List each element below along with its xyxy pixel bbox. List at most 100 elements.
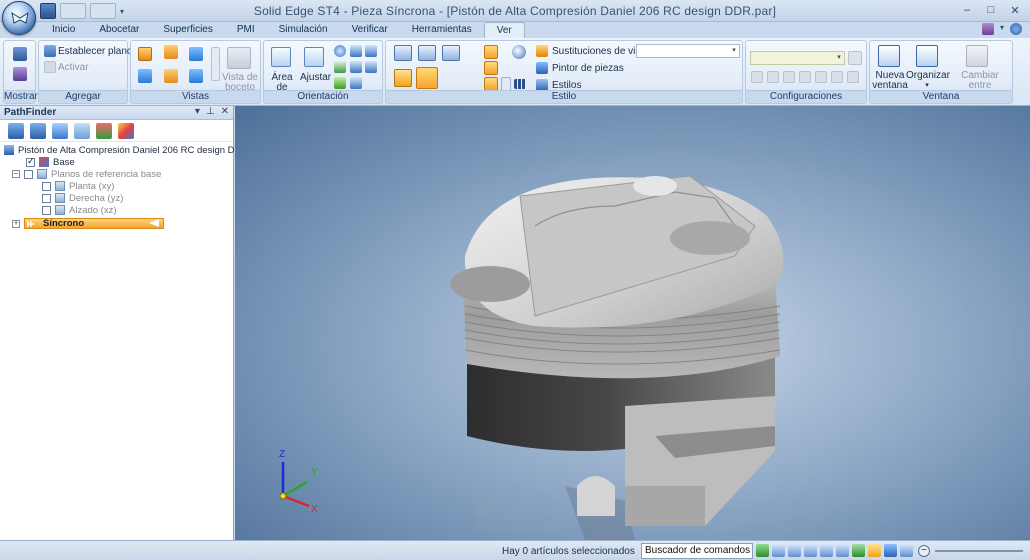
tree-item-derecha[interactable]: Derecha (yz): [42, 192, 123, 204]
undo-icon[interactable]: [60, 3, 86, 19]
base-checkbox[interactable]: [26, 156, 35, 167]
shaded-cube-icon[interactable]: [394, 45, 412, 61]
layers-icon[interactable]: [30, 122, 46, 139]
view-orient-icon[interactable]: [334, 61, 346, 73]
zoom-out-button[interactable]: −: [918, 545, 930, 557]
tab-herramientas[interactable]: Herramientas: [400, 22, 484, 38]
grid-icon[interactable]: [514, 79, 526, 89]
tree-view-icon[interactable]: [8, 122, 24, 139]
graphics-viewport[interactable]: Z Y X: [235, 106, 1030, 540]
activar-button[interactable]: Activar: [58, 62, 89, 73]
application-button[interactable]: [2, 1, 36, 35]
pathfinder-menu-icon[interactable]: ▾: [195, 106, 200, 117]
fit-view-icon[interactable]: [804, 544, 817, 557]
silhouette-icon[interactable]: [484, 77, 498, 91]
config-tool-1-icon[interactable]: [751, 71, 763, 83]
zoom-icon[interactable]: [788, 544, 801, 557]
sketch-view-icon[interactable]: [868, 544, 881, 557]
config-tool-7-icon[interactable]: [847, 71, 859, 83]
establecer-planos-button[interactable]: Establecer planos: [58, 46, 138, 57]
close-button[interactable]: ✕: [1004, 2, 1026, 18]
right-view-icon[interactable]: [138, 69, 152, 83]
tree-item-reference-planes[interactable]: – Planos de referencia base: [12, 168, 161, 180]
zoom-area-icon[interactable]: [772, 544, 785, 557]
planta-checkbox[interactable]: [42, 181, 51, 191]
spin-about-icon[interactable]: [852, 544, 865, 557]
nueva-ventana-button[interactable]: Nueva ventana: [872, 71, 908, 91]
maximize-button[interactable]: □: [980, 2, 1002, 18]
view-override-select[interactable]: ▾: [636, 44, 740, 58]
config-tool-2-icon[interactable]: [767, 71, 779, 83]
tree-item-root[interactable]: Pistón de Alta Compresión Daniel 206 RC …: [4, 144, 265, 156]
spin-icon[interactable]: [350, 61, 362, 73]
tab-inicio[interactable]: Inicio: [40, 22, 87, 38]
display-icon[interactable]: [13, 67, 27, 81]
iso-view-icon[interactable]: [164, 45, 178, 59]
pathfinder-close-icon[interactable]: ✕: [221, 106, 229, 117]
save-configuration-icon[interactable]: [848, 51, 862, 65]
tab-verificar[interactable]: Verificar: [340, 22, 400, 38]
shaded-edges-cube-icon[interactable]: [416, 67, 438, 89]
shadow-icon[interactable]: [484, 61, 498, 75]
shaded-view-icon[interactable]: [884, 544, 897, 557]
tree-item-planta[interactable]: Planta (xy): [42, 180, 114, 192]
relationships-icon[interactable]: [52, 122, 68, 139]
derecha-checkbox[interactable]: [42, 193, 51, 203]
left-view-icon[interactable]: [189, 69, 203, 83]
tree-item-sincrono-expander[interactable]: +: [12, 218, 24, 230]
tab-ver[interactable]: Ver: [483, 22, 525, 38]
reference-planes-checkbox[interactable]: [24, 169, 33, 179]
alzado-checkbox[interactable]: [42, 205, 51, 215]
show-icon[interactable]: [13, 47, 27, 61]
sensors-icon[interactable]: [74, 122, 90, 139]
pan-icon[interactable]: [820, 544, 833, 557]
visible-edges-cube-icon[interactable]: [418, 45, 436, 61]
floor-reflection-icon[interactable]: [484, 45, 498, 59]
style-dropdown-icon[interactable]: [501, 77, 511, 91]
wireframe-view-icon[interactable]: [900, 544, 913, 557]
top-view-icon[interactable]: [138, 47, 152, 61]
help-icon[interactable]: [1010, 23, 1022, 35]
configuration-select[interactable]: ▾: [750, 51, 845, 65]
config-tool-4-icon[interactable]: [799, 71, 811, 83]
save-icon[interactable]: [40, 3, 56, 19]
tree-item-alzado[interactable]: Alzado (xz): [42, 204, 117, 216]
bottom-view-icon[interactable]: [164, 69, 178, 83]
views-scroll-icon[interactable]: [211, 47, 220, 81]
collapse-icon[interactable]: –: [12, 170, 20, 178]
redo-icon[interactable]: [90, 3, 116, 19]
saved-view-icon[interactable]: [350, 77, 362, 89]
shaded-yellow-cube-icon[interactable]: [394, 69, 412, 87]
front-view-icon[interactable]: [189, 47, 203, 61]
help-dropdown-icon[interactable]: ▾: [1000, 23, 1004, 35]
ajustar-button[interactable]: Ajustar: [300, 73, 331, 83]
expand-icon[interactable]: +: [12, 220, 20, 228]
libraries-icon[interactable]: [96, 122, 112, 139]
config-tool-3-icon[interactable]: [783, 71, 795, 83]
zoom-slider[interactable]: [935, 550, 1023, 552]
pan-icon[interactable]: [350, 45, 362, 57]
rotate-icon[interactable]: [365, 45, 377, 57]
config-tool-5-icon[interactable]: [815, 71, 827, 83]
named-views-icon[interactable]: [365, 61, 377, 73]
sustituciones-de-vista-button[interactable]: Sustituciones de vista: [552, 46, 649, 57]
globe-icon[interactable]: [512, 45, 526, 59]
rotate-icon[interactable]: [836, 544, 849, 557]
tree-item-sincrono[interactable]: Síncrono: [24, 218, 164, 229]
minimize-button[interactable]: –: [956, 2, 978, 18]
colors-icon[interactable]: [118, 122, 134, 139]
tab-abocetar[interactable]: Abocetar: [87, 22, 151, 38]
tab-simulacion[interactable]: Simulación: [267, 22, 340, 38]
zoom-icon[interactable]: [334, 45, 346, 57]
pathfinder-pin-icon[interactable]: ⊥: [206, 106, 215, 117]
pintor-de-piezas-button[interactable]: Pintor de piezas: [552, 63, 624, 74]
tree-item-base[interactable]: Base: [26, 156, 75, 168]
refresh-icon[interactable]: [756, 544, 769, 557]
previous-view-icon[interactable]: [334, 77, 346, 89]
wireframe-cube-icon[interactable]: [442, 45, 460, 61]
tab-pmi[interactable]: PMI: [225, 22, 267, 38]
tab-superficies[interactable]: Superficies: [151, 22, 224, 38]
piston-model[interactable]: [235, 106, 1030, 540]
config-tool-6-icon[interactable]: [831, 71, 843, 83]
command-finder-input[interactable]: Buscador de comandos: [641, 543, 753, 559]
